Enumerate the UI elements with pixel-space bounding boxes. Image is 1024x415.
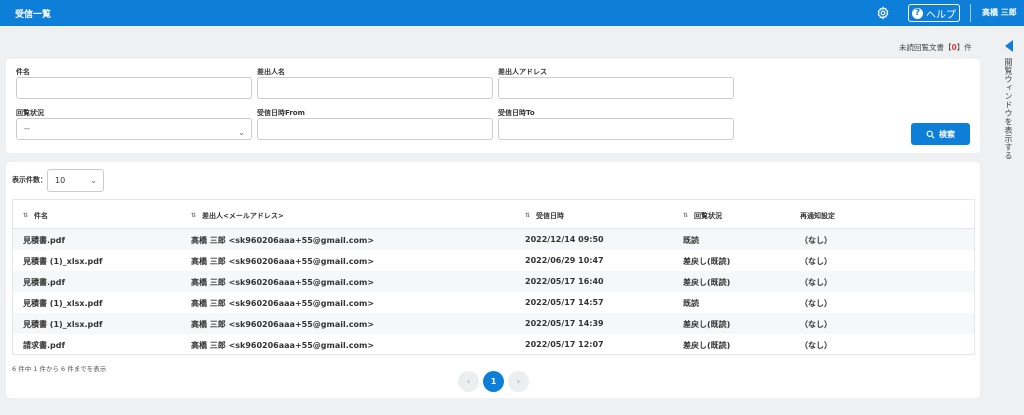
cell-subject[interactable]: 見積書 (1)_xlsx.pdf (23, 298, 102, 309)
top-bar: 受信一覧 ? ヘルプ 高橋 三郎 (0, 0, 1024, 26)
help-button[interactable]: ? ヘルプ (908, 4, 960, 22)
sort-icon: ⇅ (525, 212, 531, 219)
user-menu[interactable]: 高橋 三郎 (982, 7, 1017, 18)
cell-date: 2022/05/17 14:39 (525, 319, 604, 328)
received-documents-table: ⇅ 件名 ⇅ 差出人<メールアドレス> ⇅ 受信日時 ⇅ 回覧状況 再通知設定 見積書.… (12, 199, 975, 355)
cell-status: 差戻し(既読) (683, 257, 731, 266)
cell-renotify: （なし） (800, 341, 832, 350)
column-header-sender[interactable]: ⇅ 差出人<メールアドレス> (191, 211, 284, 221)
sender-address-input[interactable] (498, 77, 734, 99)
cell-sender: 高橋 三郎 <sk960206aaa+55@gmail.com> (191, 236, 375, 245)
cell-date: 2022/05/17 14:57 (525, 298, 604, 307)
page-size-select[interactable]: 10 ⌄ (47, 169, 104, 192)
question-circle-icon: ? (912, 7, 923, 19)
cell-status: 既読 (683, 236, 699, 245)
search-filter-panel: 件名 差出人名 差出人アドレス 回覧状況 -- ⌄ 受信日時From 受信日時T… (6, 59, 980, 153)
status-label: 回覧状況 (16, 109, 44, 117)
cell-subject[interactable]: 見積書.pdf (23, 277, 65, 288)
subject-label: 件名 (16, 68, 30, 76)
cell-status: 既読 (683, 299, 699, 308)
sender-address-label: 差出人アドレス (498, 68, 547, 76)
sort-icon: ⇅ (23, 212, 29, 219)
status-select-value: -- (24, 124, 30, 133)
column-header-renotify: 再通知設定 (800, 212, 835, 220)
date-to-label: 受信日時To (498, 109, 535, 117)
cell-date: 2022/12/14 09:50 (525, 235, 604, 244)
preview-window-toggle[interactable]: 閲覧ウィンドウを表示する (1002, 40, 1016, 160)
sort-icon: ⇅ (191, 212, 197, 219)
page-button-current[interactable]: 1 (483, 371, 504, 392)
next-page-button[interactable]: › (508, 371, 529, 392)
unread-count-text: 未読回覧文書【0】件 (899, 42, 972, 53)
cell-sender: 高橋 三郎 <sk960206aaa+55@gmail.com> (191, 278, 375, 287)
page-size-value: 10 (55, 176, 66, 185)
table-row[interactable]: 見積書.pdf 高橋 三郎 <sk960206aaa+55@gmail.com>… (13, 229, 974, 250)
search-icon (926, 130, 935, 139)
page-title: 受信一覧 (15, 10, 52, 20)
table-row[interactable]: 見積書 (1)_xlsx.pdf 高橋 三郎 <sk960206aaa+55@g… (13, 250, 974, 271)
date-to-input[interactable] (498, 118, 734, 140)
chevron-down-icon: ⌄ (238, 128, 245, 137)
chevron-down-icon: ⌄ (90, 176, 97, 185)
cell-renotify: （なし） (800, 320, 832, 329)
results-panel: 表示件数： 10 ⌄ ⇅ 件名 ⇅ 差出人<メールアドレス> ⇅ 受信日時 ⇅ 回覧状況… (6, 162, 980, 398)
cell-renotify: （なし） (800, 257, 832, 266)
cell-subject[interactable]: 見積書 (1)_xlsx.pdf (23, 319, 102, 330)
cell-subject[interactable]: 請求書.pdf (23, 340, 65, 351)
cell-renotify: （なし） (800, 299, 832, 308)
column-header-subject[interactable]: ⇅ 件名 (23, 211, 48, 221)
status-select[interactable]: -- ⌄ (16, 118, 252, 140)
table-row[interactable]: 見積書.pdf 高橋 三郎 <sk960206aaa+55@gmail.com>… (13, 271, 974, 292)
caret-left-icon[interactable] (1005, 40, 1013, 52)
table-row[interactable]: 見積書 (1)_xlsx.pdf 高橋 三郎 <sk960206aaa+55@g… (13, 292, 974, 313)
subject-input[interactable] (16, 77, 252, 99)
cell-renotify: （なし） (800, 236, 832, 245)
table-header: ⇅ 件名 ⇅ 差出人<メールアドレス> ⇅ 受信日時 ⇅ 回覧状況 再通知設定 (13, 200, 974, 229)
search-button[interactable]: 検索 (911, 123, 970, 145)
unread-prefix: 未読回覧文書【 (899, 43, 952, 52)
cell-sender: 高橋 三郎 <sk960206aaa+55@gmail.com> (191, 299, 375, 308)
prev-page-button[interactable]: ‹ (458, 371, 479, 392)
column-header-status[interactable]: ⇅ 回覧状況 (683, 211, 722, 221)
cell-status: 差戻し(既読) (683, 320, 731, 329)
help-label: ヘルプ (926, 9, 956, 21)
table-row[interactable]: 請求書.pdf 高橋 三郎 <sk960206aaa+55@gmail.com>… (13, 334, 974, 355)
date-from-label: 受信日時From (257, 109, 305, 117)
date-from-input[interactable] (257, 118, 493, 140)
cell-date: 2022/06/29 10:47 (525, 256, 604, 265)
cell-status: 差戻し(既読) (683, 341, 731, 350)
sort-icon: ⇅ (683, 212, 689, 219)
cell-sender: 高橋 三郎 <sk960206aaa+55@gmail.com> (191, 320, 375, 329)
cell-sender: 高橋 三郎 <sk960206aaa+55@gmail.com> (191, 341, 375, 350)
sender-name-label: 差出人名 (257, 68, 285, 76)
column-header-date[interactable]: ⇅ 受信日時 (525, 211, 564, 221)
gear-icon[interactable] (876, 6, 890, 20)
cell-subject[interactable]: 見積書 (1)_xlsx.pdf (23, 256, 102, 267)
cell-date: 2022/05/17 16:40 (525, 277, 604, 286)
cell-date: 2022/05/17 12:07 (525, 340, 604, 349)
sender-name-input[interactable] (257, 77, 493, 99)
table-row[interactable]: 見積書 (1)_xlsx.pdf 高橋 三郎 <sk960206aaa+55@g… (13, 313, 974, 334)
cell-subject[interactable]: 見積書.pdf (23, 235, 65, 246)
cell-sender: 高橋 三郎 <sk960206aaa+55@gmail.com> (191, 257, 375, 266)
cell-status: 差戻し(既読) (683, 278, 731, 287)
result-summary: 6 件中 1 件から 6 件までを表示 (12, 365, 107, 373)
search-button-label: 検索 (939, 129, 955, 139)
unread-suffix: 】件 (956, 43, 972, 52)
page-size-label: 表示件数： (12, 176, 47, 184)
header-divider (970, 4, 971, 22)
cell-renotify: （なし） (800, 278, 832, 287)
preview-window-label[interactable]: 閲覧ウィンドウを表示する (1003, 58, 1014, 160)
